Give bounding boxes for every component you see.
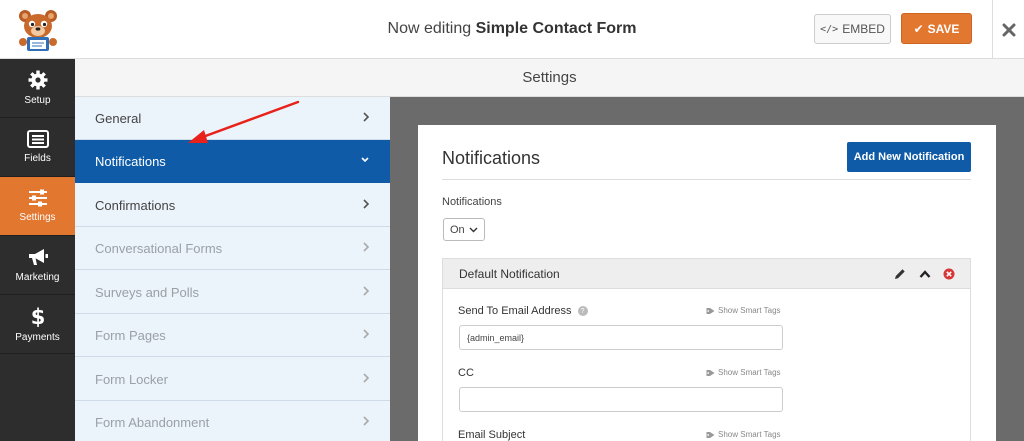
panel-item-label: General [95, 110, 142, 126]
show-smart-tags-link[interactable]: Show Smart Tags [706, 306, 781, 315]
panel-item-conversational-forms[interactable]: Conversational Forms [75, 227, 390, 270]
chevron-right-icon [363, 286, 370, 296]
chevron-right-icon [363, 373, 370, 383]
show-smart-tags-link[interactable]: Show Smart Tags [706, 368, 781, 377]
panel-item-form-locker[interactable]: Form Locker [75, 358, 390, 401]
panel-item-confirmations[interactable]: Confirmations [75, 184, 390, 227]
close-button[interactable] [992, 0, 1024, 59]
sidebar-item-label: Marketing [15, 272, 60, 283]
settings-title-bar: Settings [75, 59, 1024, 97]
chevron-right-icon [363, 199, 370, 209]
panel-item-label: Form Pages [95, 327, 166, 343]
sidebar-item-label: Settings [19, 212, 56, 223]
sidebar-item-marketing[interactable]: Marketing [0, 236, 75, 295]
input-value: {admin_email} [467, 332, 525, 343]
chevron-down-icon [469, 227, 478, 232]
panel-item-label: Form Locker [95, 371, 168, 387]
help-icon[interactable]: ? [577, 306, 588, 317]
smart-tags-label: Show Smart Tags [718, 306, 781, 315]
chevron-right-icon [363, 416, 370, 426]
chevron-down-icon [361, 157, 369, 163]
svg-text:$: $ [31, 305, 45, 327]
sidebar-item-payments[interactable]: $ Payments [0, 295, 75, 354]
select-value: On [450, 223, 465, 236]
show-smart-tags-link[interactable]: Show Smart Tags [706, 430, 781, 439]
builder-sidebar: Setup Fields Settings Marketing $ Paymen… [0, 59, 75, 441]
sidebar-item-settings[interactable]: Settings [0, 177, 75, 236]
check-icon: ✔ [913, 21, 924, 36]
settings-panel-list: General Notifications Confirmations Conv… [75, 97, 390, 441]
save-button[interactable]: ✔ SAVE [901, 13, 972, 44]
smart-tags-label: Show Smart Tags [718, 430, 781, 439]
chevron-up-icon[interactable] [918, 267, 932, 281]
panel-item-label: Conversational Forms [95, 240, 223, 256]
add-new-notification-button[interactable]: Add New Notification [847, 142, 971, 172]
notification-header: Default Notification [443, 259, 970, 289]
editing-prefix: Now editing [387, 20, 472, 37]
panel-item-label: Surveys and Polls [95, 284, 200, 300]
sidebar-item-label: Fields [24, 153, 51, 164]
panel-item-form-pages[interactable]: Form Pages [75, 314, 390, 357]
form-name: Simple Contact Form [475, 20, 637, 37]
tag-icon [706, 307, 715, 314]
chevron-right-icon [363, 329, 370, 339]
save-label: SAVE [927, 21, 960, 36]
section-divider [442, 179, 971, 180]
pencil-icon[interactable] [893, 267, 907, 281]
delete-circle-icon[interactable] [942, 267, 956, 281]
code-icon: </> [820, 23, 839, 35]
embed-label: EMBED [842, 22, 885, 36]
sidebar-item-label: Payments [15, 332, 60, 343]
section-title: Notifications [442, 148, 541, 168]
panel-item-form-abandonment[interactable]: Form Abandonment [75, 401, 390, 441]
panel-item-label: Form Abandonment [95, 415, 210, 430]
send-to-email-label: Send To Email Address? [458, 305, 588, 317]
cc-input[interactable] [459, 387, 783, 412]
fields-list-icon [26, 130, 49, 148]
smart-tags-label: Show Smart Tags [718, 368, 781, 377]
cc-label: CC [458, 367, 474, 379]
tag-icon [706, 431, 715, 438]
embed-button[interactable]: </> EMBED [814, 14, 891, 44]
chevron-right-icon [363, 112, 370, 122]
close-icon [1002, 23, 1015, 36]
notifications-toggle-select[interactable]: On [443, 218, 485, 241]
panel-item-label: Notifications [95, 153, 166, 169]
settings-title: Settings [522, 69, 577, 86]
field-label-text: Send To Email Address [458, 305, 572, 317]
sidebar-item-fields[interactable]: Fields [0, 118, 75, 177]
sidebar-item-setup[interactable]: Setup [0, 59, 75, 118]
email-subject-label: Email Subject [458, 429, 526, 441]
top-bar: Now editing Simple Contact Form </> EMBE… [0, 0, 1024, 59]
panel-item-notifications[interactable]: Notifications [75, 140, 390, 183]
notification-title: Default Notification [459, 267, 560, 281]
chevron-right-icon [363, 242, 370, 252]
panel-item-surveys-and-polls[interactable]: Surveys and Polls [75, 271, 390, 314]
send-to-email-input[interactable]: {admin_email} [459, 325, 783, 350]
dollar-icon: $ [31, 305, 45, 327]
panel-item-general[interactable]: General [75, 97, 390, 140]
gear-icon [28, 70, 47, 90]
sliders-icon [28, 189, 47, 207]
notifications-toggle-label: Notifications [442, 196, 502, 208]
sidebar-item-label: Setup [24, 95, 51, 106]
panel-item-label: Confirmations [95, 197, 176, 213]
megaphone-icon [28, 249, 48, 265]
tag-icon [706, 369, 715, 376]
